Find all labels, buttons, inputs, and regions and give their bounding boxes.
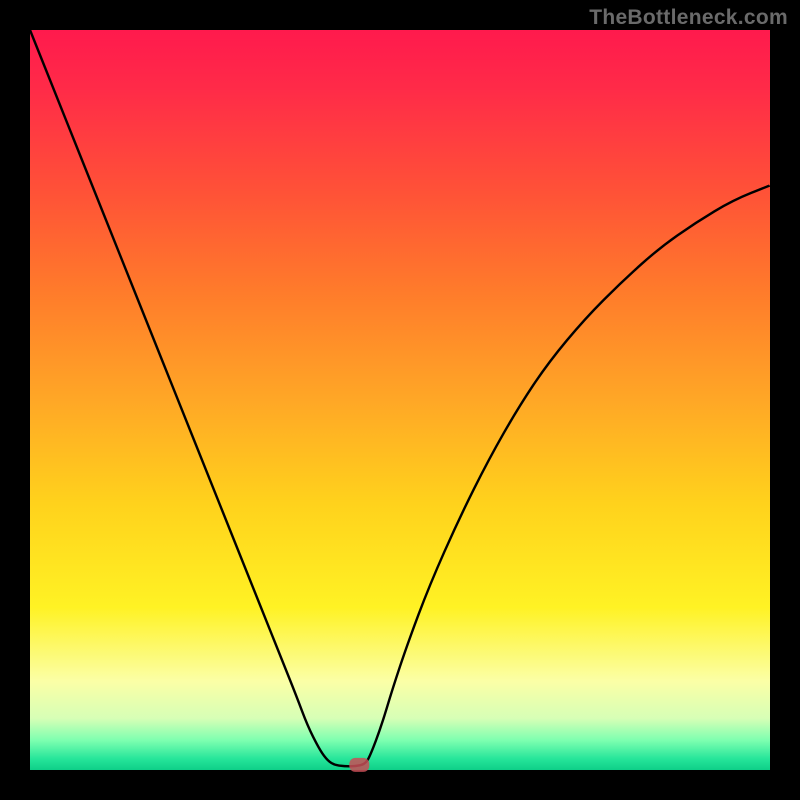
watermark-text: TheBottleneck.com bbox=[589, 6, 788, 30]
chart-svg bbox=[30, 30, 770, 770]
chart-plot-area bbox=[30, 30, 770, 770]
bottleneck-curve bbox=[30, 30, 770, 766]
minimum-marker bbox=[349, 758, 369, 772]
